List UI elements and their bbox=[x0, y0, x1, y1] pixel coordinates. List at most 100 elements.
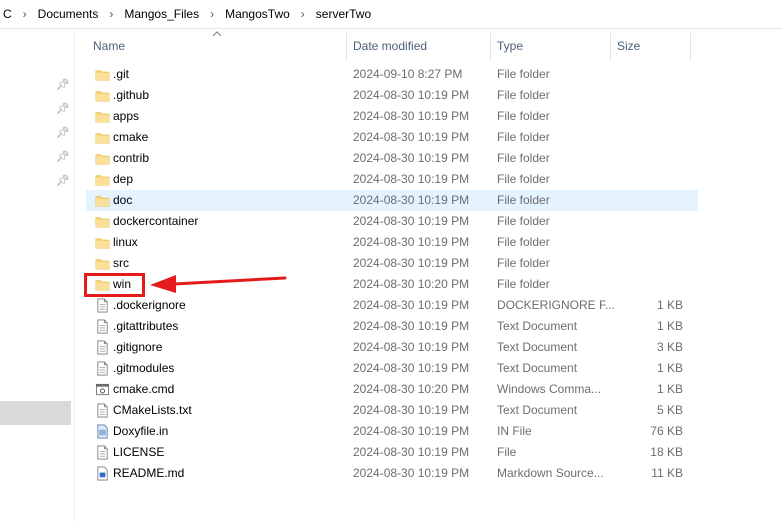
file-row-linux[interactable]: linux 2024-08-30 10:19 PM File folder bbox=[86, 232, 698, 253]
file-name[interactable]: LICENSE bbox=[113, 442, 164, 463]
file-name[interactable]: .git bbox=[113, 64, 129, 85]
file-row-license[interactable]: LICENSE 2024-08-30 10:19 PM File 18 KB bbox=[86, 442, 698, 463]
file-date-modified: 2024-08-30 10:19 PM bbox=[353, 88, 470, 102]
column-header-type[interactable]: Type bbox=[492, 29, 610, 63]
file-name[interactable]: cmake.cmd bbox=[113, 379, 174, 400]
folder-icon bbox=[95, 193, 110, 208]
pin-icon[interactable]: 📌︎ bbox=[56, 79, 70, 91]
file-type: File folder bbox=[497, 67, 550, 81]
pin-icon[interactable]: 📌︎ bbox=[56, 103, 70, 115]
file-name[interactable]: src bbox=[113, 253, 129, 274]
file-row-contrib[interactable]: contrib 2024-08-30 10:19 PM File folder bbox=[86, 148, 698, 169]
breadcrumb-item-mangostwo[interactable]: MangosTwo bbox=[223, 7, 292, 21]
column-divider[interactable] bbox=[346, 33, 347, 61]
file-size bbox=[614, 85, 683, 106]
file-type: File folder bbox=[497, 214, 550, 228]
file-row-dockercontainer[interactable]: dockercontainer 2024-08-30 10:19 PM File f… bbox=[86, 211, 698, 232]
file-date-modified: 2024-08-30 10:19 PM bbox=[353, 130, 470, 144]
file-date-modified: 2024-08-30 10:19 PM bbox=[353, 424, 470, 438]
file-size bbox=[614, 232, 683, 253]
file-date-modified: 2024-08-30 10:20 PM bbox=[353, 277, 470, 291]
file-name[interactable]: .gitattributes bbox=[113, 316, 178, 337]
file-name[interactable]: .github bbox=[113, 85, 149, 106]
file-row-cmake-cmd[interactable]: cmake.cmd 2024-08-30 10:20 PM Windows Comm… bbox=[86, 379, 698, 400]
file-size bbox=[614, 64, 683, 85]
file-date-modified: 2024-08-30 10:19 PM bbox=[353, 256, 470, 270]
file-name[interactable]: contrib bbox=[113, 148, 149, 169]
file-type: Text Document bbox=[497, 403, 578, 417]
nav-selected-item[interactable] bbox=[0, 401, 71, 425]
file-type: File folder bbox=[497, 151, 550, 165]
file-row-dot-git[interactable]: .git 2024-09-10 8:27 PM File folder bbox=[86, 64, 698, 85]
file-type: Text Document bbox=[497, 361, 578, 375]
pin-icon[interactable]: 📌︎ bbox=[56, 127, 70, 139]
file-name[interactable]: linux bbox=[113, 232, 138, 253]
breadcrumb-separator[interactable]: › bbox=[100, 7, 122, 21]
file-row-cmake[interactable]: cmake 2024-08-30 10:19 PM File folder bbox=[86, 127, 698, 148]
file-type: Windows Comma... bbox=[497, 382, 602, 396]
column-divider[interactable] bbox=[490, 33, 491, 61]
file-row-dot-gitignore[interactable]: .gitignore 2024-08-30 10:19 PM Text Docume… bbox=[86, 337, 698, 358]
file-row-readme-md[interactable]: README.md 2024-08-30 10:19 PM Markdown Sou… bbox=[86, 463, 698, 484]
folder-icon bbox=[95, 151, 110, 166]
file-size: 1 KB bbox=[656, 298, 683, 312]
ini-file-icon bbox=[95, 424, 110, 439]
file-size: 3 KB bbox=[656, 340, 683, 354]
breadcrumb-item-servertwo[interactable]: serverTwo bbox=[314, 7, 373, 21]
file-row-cmakelists-txt[interactable]: CMakeLists.txt 2024-08-30 10:19 PM Text Do… bbox=[86, 400, 698, 421]
file-name[interactable]: CMakeLists.txt bbox=[113, 400, 192, 421]
file-type: File folder bbox=[497, 130, 550, 144]
file-type: File bbox=[497, 445, 517, 459]
file-name[interactable]: apps bbox=[113, 106, 139, 127]
file-size bbox=[614, 190, 683, 211]
file-name[interactable]: cmake bbox=[113, 127, 148, 148]
file-type: Text Document bbox=[497, 319, 578, 333]
file-row-dep[interactable]: dep 2024-08-30 10:19 PM File folder bbox=[86, 169, 698, 190]
file-size bbox=[614, 148, 683, 169]
file-name[interactable]: Doxyfile.in bbox=[113, 421, 168, 442]
column-header-size[interactable]: Size bbox=[612, 29, 690, 63]
column-divider[interactable] bbox=[610, 33, 611, 61]
file-row-doc[interactable]: doc 2024-08-30 10:19 PM File folder bbox=[86, 190, 698, 211]
file-name[interactable]: dep bbox=[113, 169, 133, 190]
column-divider[interactable] bbox=[690, 33, 691, 61]
file-name[interactable]: .gitmodules bbox=[113, 358, 174, 379]
column-header-row: Name Date modified Type Size bbox=[76, 29, 696, 63]
cmd-file-icon bbox=[95, 382, 110, 397]
folder-icon bbox=[95, 172, 110, 187]
file-size bbox=[614, 169, 683, 190]
file-name[interactable]: .dockerignore bbox=[113, 295, 186, 316]
file-row-dot-github[interactable]: .github 2024-08-30 10:19 PM File folder bbox=[86, 85, 698, 106]
file-size: 76 KB bbox=[650, 424, 683, 438]
breadcrumb-item-drive[interactable]: C bbox=[1, 7, 14, 21]
folder-icon bbox=[95, 109, 110, 124]
file-type: Text Document bbox=[497, 340, 578, 354]
navigation-pane: 📌︎ 📌︎ 📌︎ 📌︎ 📌︎ bbox=[0, 29, 75, 521]
column-header-date[interactable]: Date modified bbox=[348, 29, 490, 63]
file-name[interactable]: dockercontainer bbox=[113, 211, 198, 232]
file-name[interactable]: README.md bbox=[113, 463, 184, 484]
file-type: File folder bbox=[497, 172, 550, 186]
text-file-icon bbox=[95, 445, 110, 460]
file-size: 11 KB bbox=[651, 466, 683, 480]
file-size: 1 KB bbox=[656, 382, 683, 396]
breadcrumb-separator[interactable]: › bbox=[201, 7, 223, 21]
breadcrumb-item-mangos-files[interactable]: Mangos_Files bbox=[122, 7, 201, 21]
column-header-name[interactable]: Name bbox=[88, 29, 346, 63]
file-date-modified: 2024-08-30 10:19 PM bbox=[353, 319, 470, 333]
file-name[interactable]: doc bbox=[113, 190, 132, 211]
file-row-dot-gitattributes[interactable]: .gitattributes 2024-08-30 10:19 PM Text Do… bbox=[86, 316, 698, 337]
folder-icon bbox=[95, 256, 110, 271]
folder-icon bbox=[95, 67, 110, 82]
file-row-apps[interactable]: apps 2024-08-30 10:19 PM File folder bbox=[86, 106, 698, 127]
file-size bbox=[614, 127, 683, 148]
breadcrumb-separator[interactable]: › bbox=[14, 7, 36, 21]
pin-icon[interactable]: 📌︎ bbox=[56, 151, 70, 163]
pin-icon[interactable]: 📌︎ bbox=[56, 175, 70, 187]
breadcrumb-item-documents[interactable]: Documents bbox=[36, 7, 101, 21]
file-row-dot-dockerignore[interactable]: .dockerignore 2024-08-30 10:19 PM DOCKERIG… bbox=[86, 295, 698, 316]
file-name[interactable]: .gitignore bbox=[113, 337, 162, 358]
file-row-doxyfile-in[interactable]: Doxyfile.in 2024-08-30 10:19 PM IN File 76 … bbox=[86, 421, 698, 442]
file-row-dot-gitmodules[interactable]: .gitmodules 2024-08-30 10:19 PM Text Docum… bbox=[86, 358, 698, 379]
breadcrumb-separator[interactable]: › bbox=[292, 7, 314, 21]
